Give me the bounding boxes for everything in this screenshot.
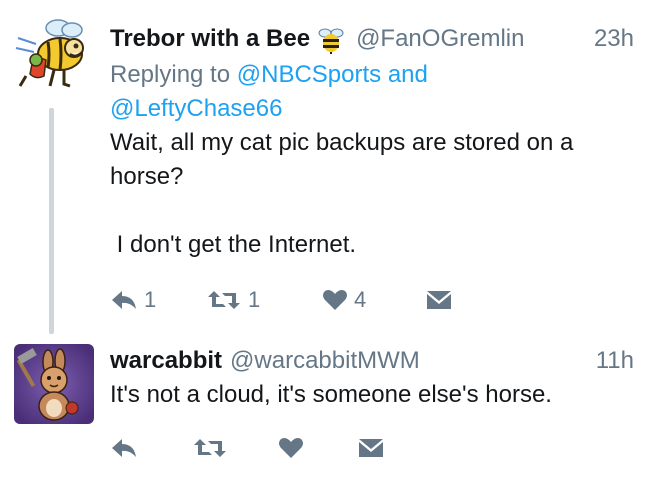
like-button[interactable] (278, 432, 310, 464)
timestamp[interactable]: 11h (596, 347, 634, 375)
replying-prefix: Replying to (110, 61, 237, 88)
tweet-text: Wait, all my cat pic backups are stored … (110, 129, 574, 258)
thread-connector-line (49, 108, 54, 334)
reply-button[interactable] (110, 432, 144, 464)
mention-link[interactable]: @NBCSports (237, 61, 381, 88)
avatar-fanogremlin[interactable] (14, 14, 94, 94)
like-icon (323, 290, 347, 310)
replying-joiner[interactable]: and (381, 61, 428, 88)
replying-to-line: Replying to @NBCSports and @LeftyChase66 (110, 58, 630, 126)
tweet-actions: 1 1 4 (110, 284, 510, 316)
retweet-icon (208, 291, 240, 309)
bee-icon (318, 24, 344, 54)
reply-count: 1 (144, 287, 157, 312)
retweet-icon (194, 439, 226, 457)
tweet-text: It's not a cloud, it's someone else's ho… (110, 381, 552, 408)
direct-message-button[interactable] (358, 432, 384, 464)
tweet-actions (110, 432, 510, 464)
retweet-button[interactable] (192, 432, 234, 464)
timestamp[interactable]: 23h (594, 25, 634, 53)
tweet-header: Trebor with a Bee @FanOGremlin 23h (110, 22, 634, 56)
tweet-header: warcabbit @warcabbitMWM 11h (110, 344, 634, 378)
like-icon (279, 438, 303, 458)
retweet-count: 1 (248, 287, 261, 312)
display-name[interactable]: warcabbit (110, 347, 222, 375)
like-button[interactable]: 4 (322, 284, 366, 316)
reply-icon (112, 291, 136, 309)
display-name[interactable]: Trebor with a Bee (110, 25, 310, 53)
retweet-button[interactable]: 1 (206, 284, 260, 316)
reply-icon (112, 439, 136, 457)
avatar-warcabbit[interactable] (14, 344, 94, 424)
direct-message-button[interactable] (426, 284, 452, 316)
direct-message-icon (427, 291, 451, 309)
reply-button[interactable]: 1 (110, 284, 156, 316)
mention-link[interactable]: @LeftyChase66 (110, 95, 282, 122)
direct-message-icon (359, 439, 383, 457)
username-handle[interactable]: @FanOGremlin (356, 25, 524, 53)
like-count: 4 (354, 287, 367, 312)
username-handle[interactable]: @warcabbitMWM (230, 347, 420, 375)
